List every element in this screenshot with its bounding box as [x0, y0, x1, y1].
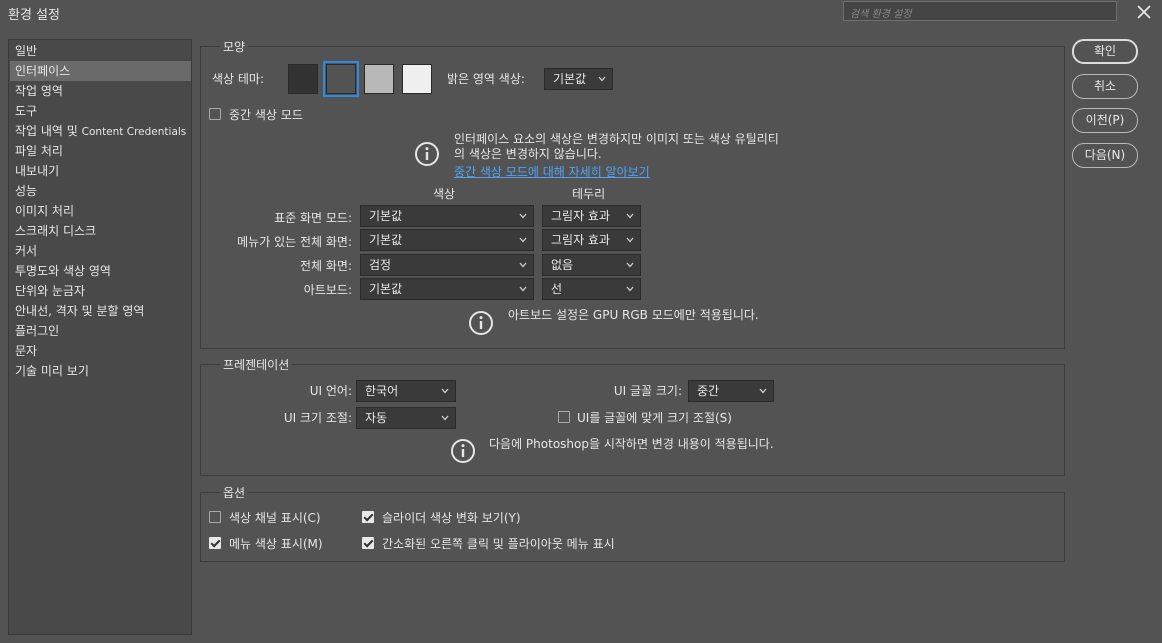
sidebar: 일반 인터페이스 작업 영역 도구 작업 내역 및 Content Creden… [8, 39, 192, 635]
ui-scale-select[interactable]: 자동 [356, 407, 456, 429]
sidebar-item-guides[interactable]: 안내선, 격자 및 분할 영역 [10, 301, 191, 321]
fullscreen-label: 전체 화면: [299, 259, 352, 273]
screen-mode-label: 표준 화면 모드: [274, 211, 352, 225]
highlight-color-label: 밝은 영역 색상: [447, 72, 525, 86]
fullscreen-color-select[interactable]: 검정 [360, 254, 534, 276]
sidebar-item-workspace[interactable]: 작업 영역 [10, 81, 191, 101]
color-theme-label: 색상 테마: [212, 72, 265, 86]
chevron-down-icon [519, 213, 527, 219]
theme-swatch-lightest[interactable] [402, 64, 432, 94]
ui-font-size-label: UI 글꼴 크기: [613, 384, 682, 398]
cancel-button[interactable]: 취소 [1072, 74, 1138, 99]
sidebar-item-general[interactable]: 일반 [10, 41, 191, 61]
info-icon [468, 310, 494, 336]
chevron-down-icon [441, 388, 449, 394]
show-channels-label: 색상 채널 표시(C) [229, 511, 321, 525]
screen-mode-border-select[interactable]: 그림자 효과 [542, 205, 641, 227]
sidebar-item-units[interactable]: 단위와 눈금자 [10, 281, 191, 301]
ui-language-label: UI 언어: [309, 384, 352, 398]
chevron-down-icon [519, 262, 527, 268]
sidebar-item-export[interactable]: 내보내기 [10, 161, 191, 181]
show-menu-colors-label: 메뉴 색상 표시(M) [229, 537, 323, 551]
sidebar-item-scratch-disks[interactable]: 스크래치 디스크 [10, 221, 191, 241]
scale-to-font-checkbox[interactable] [558, 411, 570, 423]
restart-note: 다음에 Photoshop을 시작하면 변경 내용이 적용됩니다. [489, 437, 774, 451]
simplified-menus-label: 간소화된 오른쪽 클릭 및 플라이아웃 메뉴 표시 [382, 537, 615, 551]
options-group [200, 492, 1065, 562]
mid-color-mode-link[interactable]: 중간 색상 모드에 대해 자세히 알아보기 [454, 163, 650, 180]
sidebar-item-interface[interactable]: 인터페이스 [10, 61, 191, 81]
fullscreen-menu-color-select[interactable]: 기본값 [360, 229, 534, 251]
info-text-line2: 의 색상은 변경하지 않습니다. [454, 147, 602, 161]
theme-swatch-dark[interactable] [323, 61, 359, 97]
ui-language-select[interactable]: 한국어 [356, 380, 456, 402]
sidebar-item-image-processing[interactable]: 이미지 처리 [10, 201, 191, 221]
ui-scale-label: UI 크기 조절: [283, 411, 352, 425]
simplified-menus-checkbox[interactable] [362, 537, 374, 549]
search-input[interactable]: 검색 환경 설정 [843, 1, 1117, 21]
chevron-down-icon [519, 237, 527, 243]
mid-color-mode-label: 중간 색상 모드 [229, 108, 303, 122]
presentation-legend: 프레젠테이션 [220, 356, 293, 373]
ui-font-size-select[interactable]: 중간 [688, 380, 774, 402]
ok-button[interactable]: 확인 [1072, 39, 1138, 64]
artboard-note: 아트보드 설정은 GPU RGB 모드에만 적용됩니다. [508, 308, 759, 322]
prev-button[interactable]: 이전(P) [1072, 108, 1138, 133]
artboard-color-select[interactable]: 기본값 [360, 278, 534, 300]
show-channels-checkbox[interactable] [209, 511, 221, 523]
sidebar-item-performance[interactable]: 성능 [10, 181, 191, 201]
sidebar-item-plugins[interactable]: 플러그인 [10, 321, 191, 341]
chevron-down-icon [519, 286, 527, 292]
scale-to-font-label: UI를 글꼴에 맞게 크기 조절(S) [577, 411, 732, 425]
artboard-border-select[interactable]: 선 [542, 278, 641, 300]
dynamic-sliders-label: 슬라이더 색상 변화 보기(Y) [382, 511, 521, 525]
info-icon [414, 141, 440, 167]
chevron-down-icon [759, 388, 767, 394]
chevron-down-icon [626, 286, 634, 292]
column-header-border: 테두리 [572, 187, 606, 201]
sidebar-item-tools[interactable]: 도구 [10, 101, 191, 121]
column-header-color: 색상 [433, 187, 456, 201]
close-icon[interactable] [1134, 2, 1154, 22]
show-menu-colors-checkbox[interactable] [209, 537, 221, 549]
sidebar-item-history[interactable]: 작업 내역 및 Content Credentials [10, 121, 191, 141]
appearance-legend: 모양 [220, 38, 249, 55]
sidebar-item-transparency[interactable]: 투명도와 색상 영역 [10, 261, 191, 281]
chevron-down-icon [598, 76, 606, 82]
info-icon [450, 438, 476, 464]
sidebar-item-file-handling[interactable]: 파일 처리 [10, 141, 191, 161]
artboard-label: 아트보드: [303, 283, 352, 297]
theme-swatch-light[interactable] [364, 64, 394, 94]
fullscreen-menu-border-select[interactable]: 그림자 효과 [542, 229, 641, 251]
dynamic-sliders-checkbox[interactable] [362, 511, 374, 523]
chevron-down-icon [441, 415, 449, 421]
sidebar-item-cursors[interactable]: 커서 [10, 241, 191, 261]
window-title: 환경 설정 [8, 8, 60, 23]
highlight-color-select[interactable]: 기본값 [544, 68, 613, 90]
theme-swatch-darkest[interactable] [288, 64, 318, 94]
chevron-down-icon [626, 213, 634, 219]
chevron-down-icon [626, 237, 634, 243]
fullscreen-border-select[interactable]: 없음 [542, 254, 641, 276]
screen-mode-color-select[interactable]: 기본값 [360, 205, 534, 227]
mid-color-mode-checkbox[interactable] [209, 108, 221, 120]
fullscreen-menu-label: 메뉴가 있는 전체 화면: [237, 235, 352, 249]
sidebar-item-type[interactable]: 문자 [10, 341, 191, 361]
chevron-down-icon [626, 262, 634, 268]
title-bar: 환경 설정 검색 환경 설정 [0, 0, 1162, 25]
sidebar-item-tech-previews[interactable]: 기술 미리 보기 [10, 361, 191, 381]
next-button[interactable]: 다음(N) [1072, 143, 1138, 168]
options-legend: 옵션 [220, 484, 249, 501]
